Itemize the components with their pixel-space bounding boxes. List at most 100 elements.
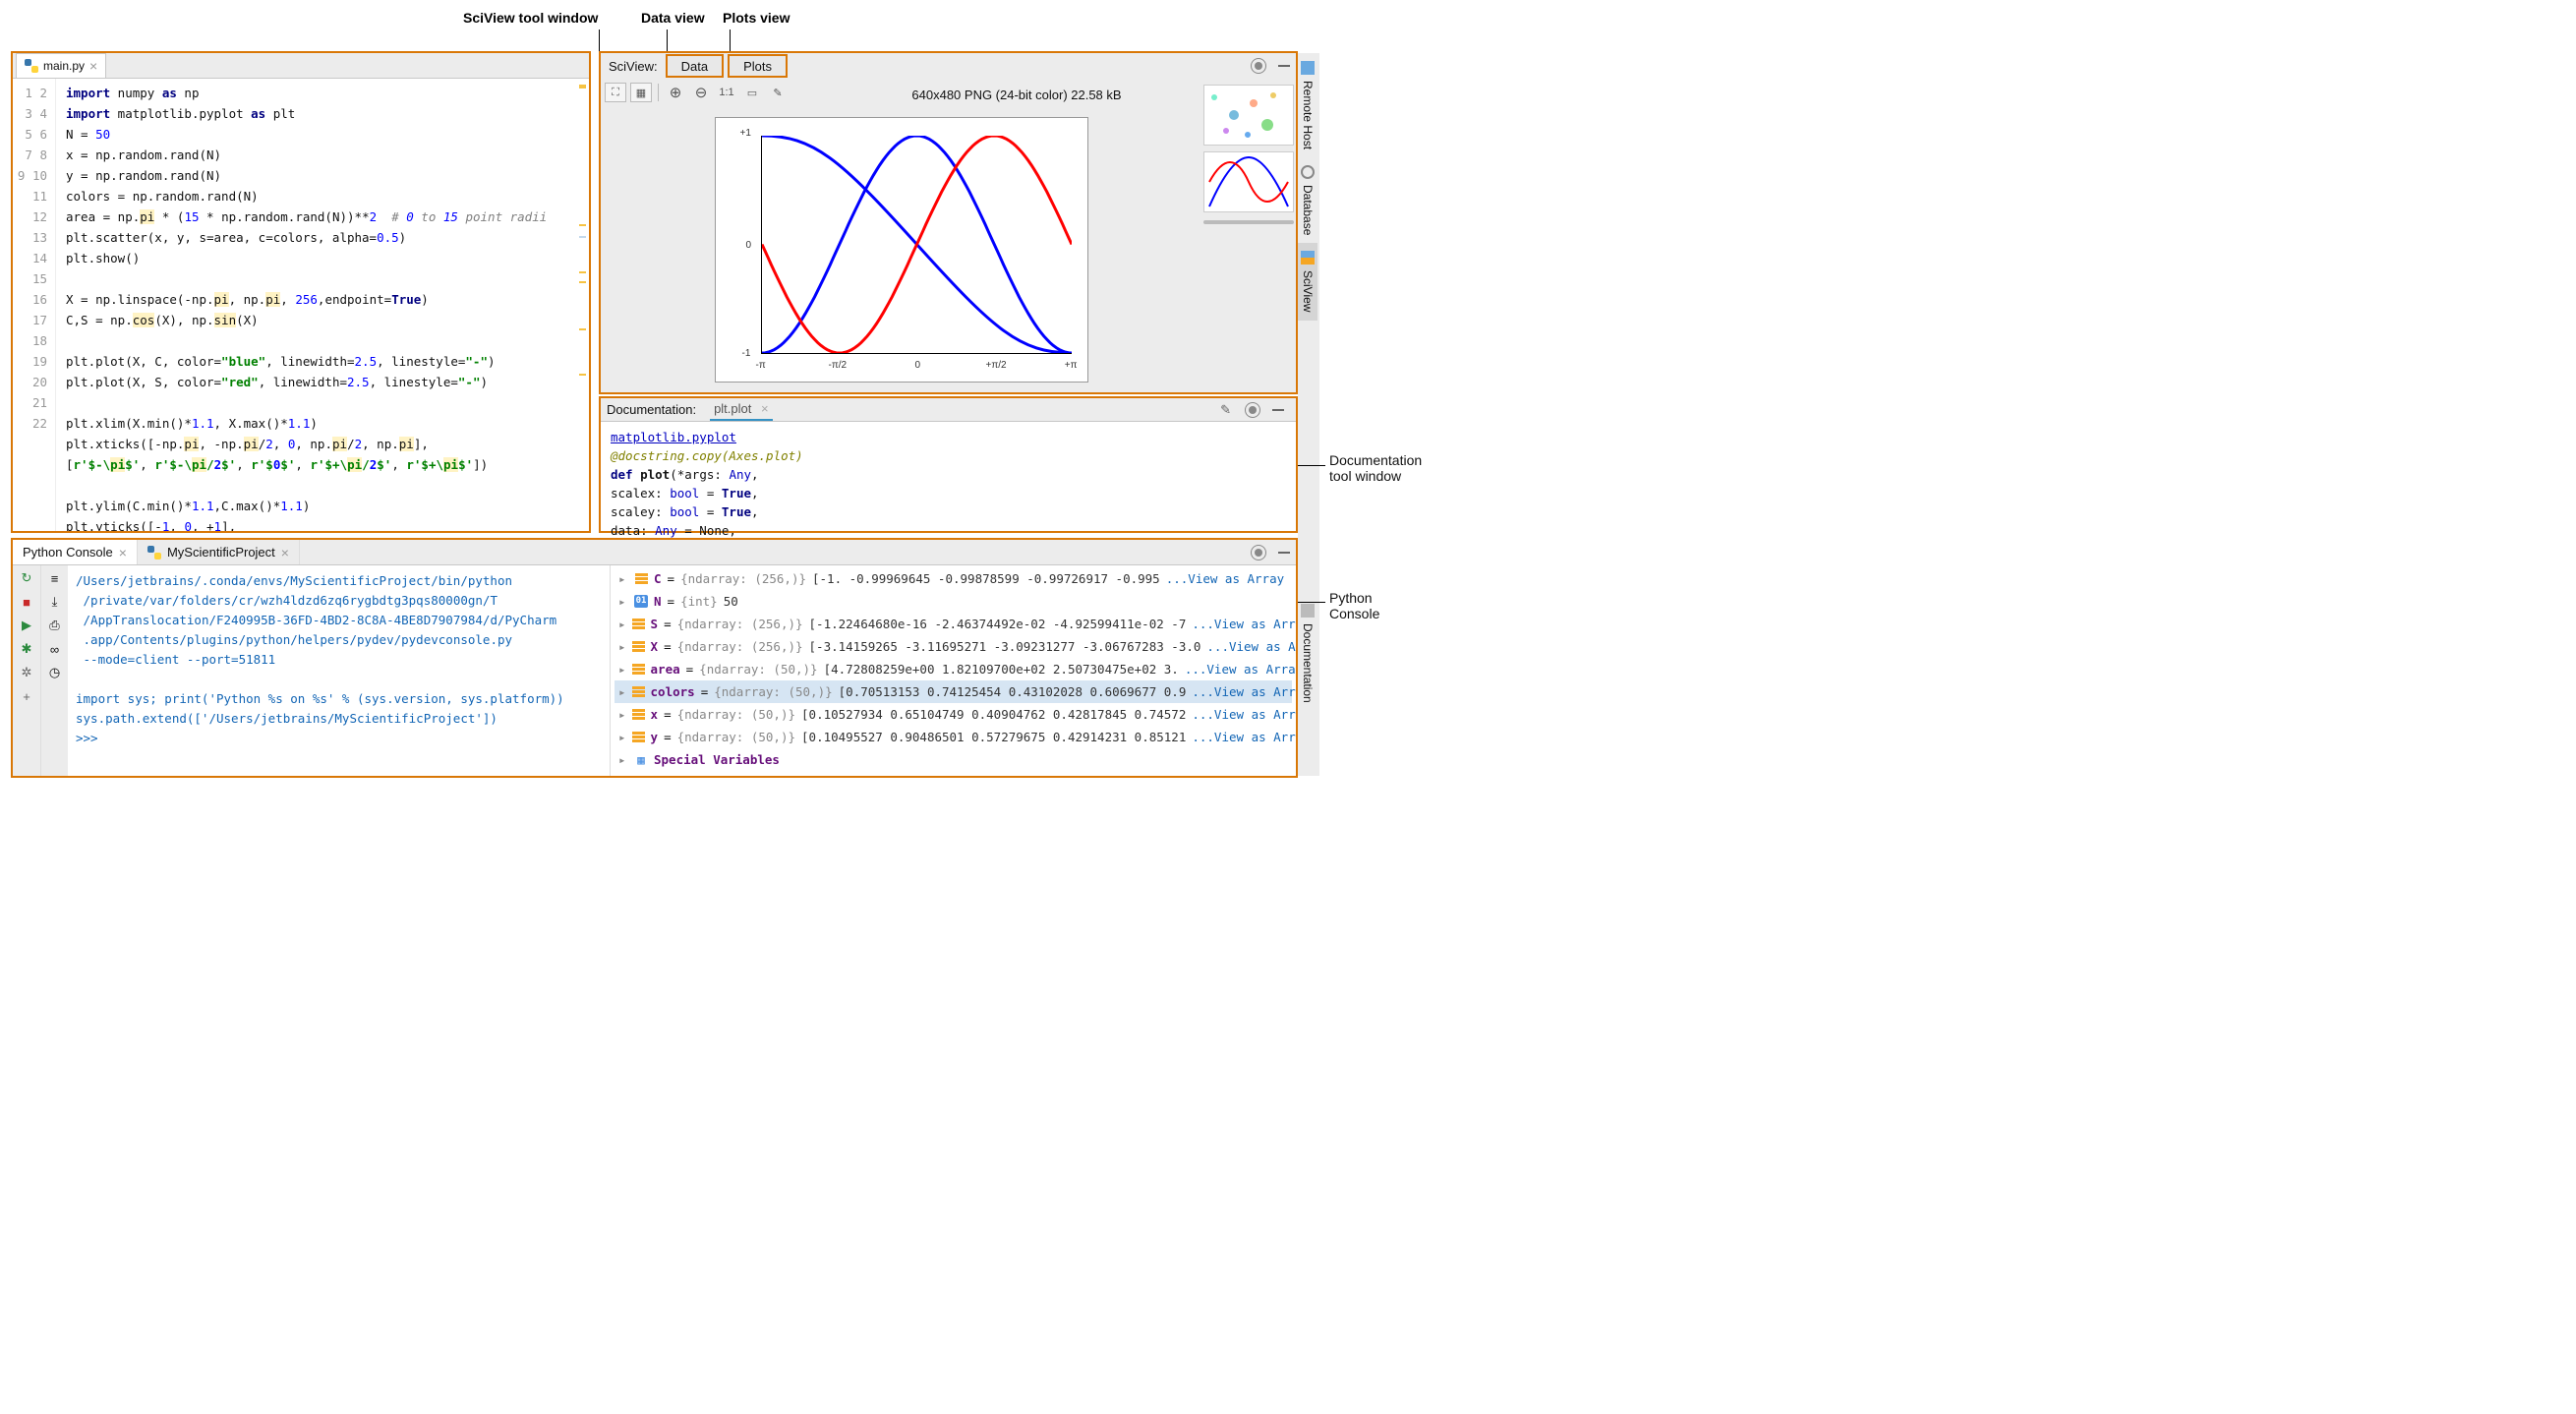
plot-toolbar: ⛶ ▦ ⊕ ⊖ 1:1 ▭ ✎ 640x480 PNG (24-bit colo… <box>601 79 1201 106</box>
console-variables[interactable]: ▸C = {ndarray: (256,)} [-1. -0.99969645 … <box>611 565 1296 776</box>
console-left-toolbar: ↻ ■ ▶ ✱ ✲ + <box>13 565 40 776</box>
sciview-tab-plots[interactable]: Plots <box>728 54 788 78</box>
gear-icon[interactable] <box>1251 545 1266 560</box>
zoom-in-icon[interactable]: ⊕ <box>665 83 686 102</box>
stop-icon[interactable]: ■ <box>18 593 35 611</box>
print-icon[interactable]: ⎙ <box>46 617 64 634</box>
variable-row[interactable]: ▸colors = {ndarray: (50,)} [0.70513153 0… <box>615 680 1292 703</box>
console-tabs: Python Console × MyScientificProject × <box>13 540 1296 565</box>
error-stripe[interactable] <box>575 79 589 531</box>
zoom-out-icon[interactable]: ⊖ <box>690 83 712 102</box>
code-area[interactable]: import numpy as np import matplotlib.pyp… <box>56 79 575 531</box>
plot-thumbnail[interactable]: × <box>1203 85 1294 146</box>
console-tab-python[interactable]: Python Console × <box>13 540 138 564</box>
xtick: +π <box>1065 360 1078 371</box>
variable-row[interactable]: ▸area = {ndarray: (50,)} [4.72808259e+00… <box>615 658 1292 680</box>
editor-tab-bar: main.py × <box>13 53 589 79</box>
close-icon[interactable]: × <box>281 545 289 560</box>
sciview-label: SciView: <box>601 59 666 74</box>
xtick: -π <box>756 360 766 371</box>
ext-doc-label: Documentation tool window <box>1329 452 1422 484</box>
minimize-icon[interactable] <box>1278 552 1290 554</box>
variable-row[interactable]: ▸X = {ndarray: (256,)} [-3.14159265 -3.1… <box>615 635 1292 658</box>
ext-console-label: Python Console <box>1329 590 1379 621</box>
variable-row[interactable]: ▸S = {ndarray: (256,)} [-1.22464680e-16 … <box>615 613 1292 635</box>
ytick: -1 <box>742 348 751 359</box>
fit-to-window-icon[interactable]: ⛶ <box>605 83 626 102</box>
line-number-gutter: 1 2 3 4 5 6 7 8 9 10 11 12 13 14 15 16 1… <box>13 79 56 531</box>
toggle-soft-wrap-icon[interactable]: ≡ <box>46 569 64 587</box>
tool-documentation[interactable]: Documentation <box>1298 596 1317 711</box>
sciview-tab-data[interactable]: Data <box>666 54 724 78</box>
close-icon[interactable]: × <box>89 58 97 74</box>
variable-row[interactable]: ▸x = {ndarray: (50,)} [0.10527934 0.6510… <box>615 703 1292 726</box>
plot-thumbnails: × × <box>1201 79 1296 392</box>
rerun-icon[interactable]: ↻ <box>18 569 35 587</box>
remote-host-icon <box>1301 61 1315 75</box>
sciview-plot-panel: ⛶ ▦ ⊕ ⊖ 1:1 ▭ ✎ 640x480 PNG (24-bit colo… <box>599 79 1298 394</box>
xtick: -π/2 <box>829 360 848 371</box>
annot-data-view: Data view <box>641 10 705 26</box>
color-picker-icon[interactable]: ✎ <box>767 83 789 102</box>
edit-icon[interactable]: ✎ <box>1220 402 1231 418</box>
right-tool-strip: Remote Host Database SciView Documentati… <box>1298 53 1319 776</box>
sciview-icon <box>1301 251 1315 265</box>
show-vars-icon[interactable]: ∞ <box>46 640 64 658</box>
console-output[interactable]: /Users/jetbrains/.conda/envs/MyScientifi… <box>68 565 611 776</box>
python-console-panel: Python Console × MyScientificProject × ↻… <box>11 538 1298 778</box>
minimize-icon[interactable] <box>1278 65 1290 67</box>
annot-plots-view: Plots view <box>723 10 790 26</box>
xtick: +π/2 <box>986 360 1007 371</box>
plot-svg <box>762 136 1072 353</box>
console-left-toolbar2: ≡ ⤓ ⎙ ∞ ◷ <box>40 565 68 776</box>
python-file-icon <box>147 546 161 560</box>
export-icon[interactable]: ▭ <box>741 83 763 102</box>
sine-thumb-icon <box>1204 152 1293 211</box>
run-icon[interactable]: ▶ <box>18 617 35 634</box>
thumbnail-scrollbar[interactable] <box>1203 220 1294 224</box>
annot-line <box>1298 602 1325 603</box>
xtick: 0 <box>915 360 921 371</box>
ytick: +1 <box>740 128 751 139</box>
annot-line <box>730 29 731 51</box>
tool-remote-host[interactable]: Remote Host <box>1298 53 1317 157</box>
history-icon[interactable]: ◷ <box>46 664 64 681</box>
plot-image: +1 0 -1 -π -π/2 0 +π/2 +π <box>715 117 1088 383</box>
editor-body[interactable]: 1 2 3 4 5 6 7 8 9 10 11 12 13 14 15 16 1… <box>13 79 589 531</box>
console-tab-project[interactable]: MyScientificProject × <box>138 540 300 564</box>
add-icon[interactable]: + <box>18 687 35 705</box>
editor-tab-label: main.py <box>43 59 85 73</box>
gear-icon[interactable] <box>1251 58 1266 74</box>
variable-row[interactable]: ▸01N = {int} 50 <box>615 590 1292 613</box>
scroll-to-end-icon[interactable]: ⤓ <box>46 593 64 611</box>
tool-database[interactable]: Database <box>1298 157 1317 243</box>
settings-icon[interactable]: ✲ <box>18 664 35 681</box>
sciview-header: SciView: Data Plots <box>599 51 1298 79</box>
plot-thumbnail[interactable]: × <box>1203 151 1294 212</box>
image-info-label: 640x480 PNG (24-bit color) 22.58 kB <box>792 84 1201 102</box>
documentation-title: Documentation: <box>607 402 696 417</box>
documentation-tab[interactable]: plt.plot × <box>710 398 773 421</box>
annot-line <box>599 29 600 51</box>
gear-icon[interactable] <box>1245 402 1260 418</box>
ytick: 0 <box>746 240 752 251</box>
documentation-header: Documentation: plt.plot × ✎ <box>601 398 1296 422</box>
variable-row[interactable]: ▸y = {ndarray: (50,)} [0.10495527 0.9048… <box>615 726 1292 748</box>
scatter-thumb-icon <box>1204 86 1293 145</box>
close-icon[interactable]: × <box>761 401 769 416</box>
grid-icon[interactable]: ▦ <box>630 83 652 102</box>
editor-tab-main-py[interactable]: main.py × <box>16 53 106 78</box>
minimize-icon[interactable] <box>1272 409 1284 411</box>
variable-row[interactable]: ▸C = {ndarray: (256,)} [-1. -0.99969645 … <box>615 567 1292 590</box>
plot-canvas[interactable]: +1 0 -1 -π -π/2 0 +π/2 +π <box>601 106 1201 392</box>
tool-sciview[interactable]: SciView <box>1298 243 1317 320</box>
debug-icon[interactable]: ✱ <box>18 640 35 658</box>
annot-line <box>667 29 668 51</box>
documentation-body[interactable]: matplotlib.pyplot@docstring.copy(Axes.pl… <box>601 422 1296 546</box>
variable-row[interactable]: ▸▦Special Variables <box>615 748 1292 771</box>
close-icon[interactable]: × <box>119 545 127 560</box>
database-icon <box>1301 165 1315 179</box>
zoom-11-button[interactable]: 1:1 <box>716 83 737 102</box>
doc-icon <box>1301 604 1315 618</box>
code-editor-panel: main.py × 1 2 3 4 5 6 7 8 9 10 11 12 13 … <box>11 51 591 533</box>
